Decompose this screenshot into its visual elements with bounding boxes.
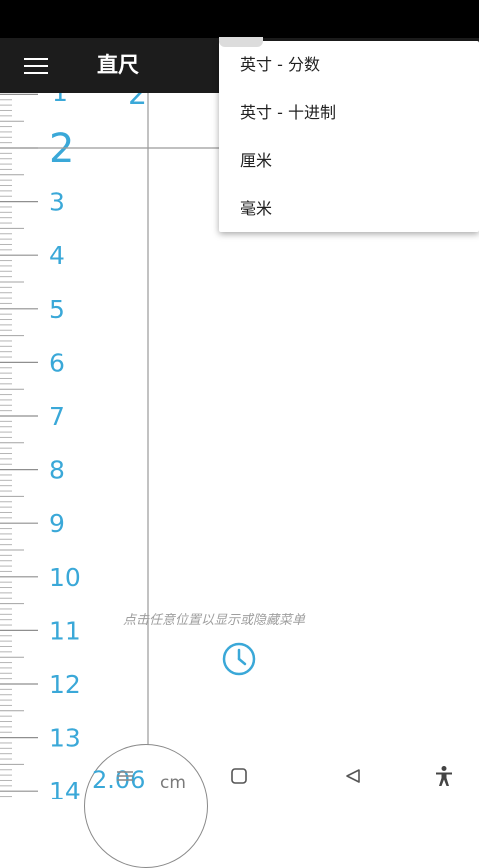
menu-item-inch-decimal[interactable]: 英寸 - 十进制: [219, 89, 479, 137]
crosshair-label: 2: [128, 93, 147, 112]
app-title: 直尺: [97, 53, 139, 77]
ruler-label-partial: 1: [52, 93, 68, 107]
ruler-label: 8: [49, 456, 65, 485]
ruler-label: 4: [49, 241, 65, 270]
recents-icon[interactable]: [111, 760, 139, 792]
clock-icon[interactable]: [221, 642, 257, 676]
unit-dropdown-menu: 英寸 - 分数 英寸 - 十进制 厘米 毫米: [219, 37, 479, 233]
accessibility-icon[interactable]: [430, 760, 458, 792]
ruler-label: 2: [49, 126, 74, 172]
navigation-bar: [0, 760, 479, 796]
menu-item-inch-fraction[interactable]: 英寸 - 分数: [219, 41, 479, 89]
back-icon[interactable]: [339, 760, 367, 792]
ruler-label: 7: [49, 402, 65, 431]
ruler-label: 9: [49, 509, 65, 538]
menu-item-centimeter[interactable]: 厘米: [219, 137, 479, 185]
menu-item-millimeter[interactable]: 毫米: [219, 185, 479, 233]
hamburger-menu-icon[interactable]: [20, 55, 54, 77]
home-icon[interactable]: [225, 760, 253, 792]
ruler-label: 3: [49, 188, 65, 217]
ruler-label: 12: [49, 670, 81, 699]
ruler-label: 13: [49, 724, 81, 753]
hint-text: 点击任意位置以显示或隐藏菜单: [123, 613, 306, 628]
ruler-label: 5: [49, 295, 65, 324]
ruler-label: 10: [49, 563, 81, 592]
status-bar: [0, 0, 479, 38]
ruler-label: 11: [49, 616, 81, 645]
ruler-label: 6: [49, 348, 65, 377]
